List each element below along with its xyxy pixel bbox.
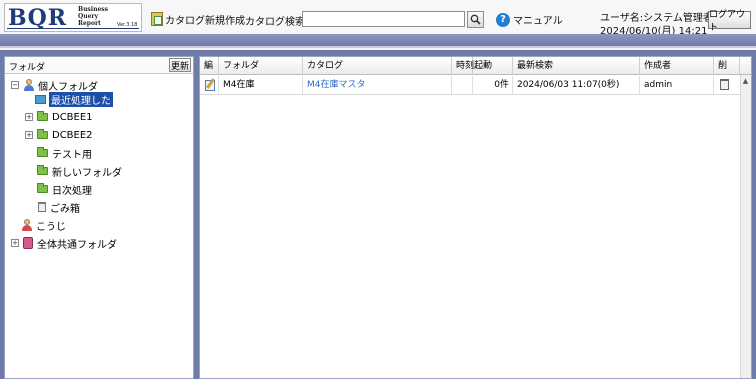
column-header-catalog[interactable]: カタログ — [303, 57, 452, 75]
manual-label: マニュアル — [513, 16, 563, 27]
tree-item-recent[interactable]: 最近処理した — [35, 91, 113, 107]
column-header-last-search[interactable]: 最新検索 — [513, 57, 640, 75]
scroll-up-arrow-icon[interactable]: ▲ — [740, 75, 751, 86]
new-catalog-button[interactable]: カタログ新規作成 — [151, 11, 245, 27]
expand-icon[interactable]: + — [25, 131, 33, 139]
tree-item-label: DCBEE1 — [52, 111, 93, 123]
tree-item-label: こうじ — [36, 221, 66, 233]
tree-item-dcbee1[interactable]: + DCBEE1 — [25, 109, 93, 125]
delete-cell[interactable] — [714, 76, 740, 95]
folder-icon — [37, 183, 48, 193]
catalog-search-input[interactable] — [302, 11, 465, 27]
refresh-button[interactable]: 更新 — [169, 58, 191, 72]
logo-sub-line: Query — [78, 13, 99, 20]
tree-item-kouji[interactable]: こうじ — [21, 217, 66, 233]
folder-pane-title: フォルダ — [9, 63, 46, 73]
tree-item-label: 新しいフォルダ — [52, 167, 122, 179]
tree-item-label: ごみ箱 — [50, 203, 80, 215]
trash-icon — [38, 202, 46, 212]
timer-cell — [452, 76, 473, 95]
column-header-edit: 編 — [200, 57, 219, 75]
logo-sub-line: Report — [78, 20, 101, 27]
tree-item-daily[interactable]: 日次処理 — [37, 181, 92, 197]
tree-item-dcbee2[interactable]: + DCBEE2 — [25, 127, 93, 143]
column-header-folder[interactable]: フォルダ — [219, 57, 303, 75]
expand-icon[interactable]: + — [25, 113, 33, 121]
folder-cell: M4在庫 — [219, 76, 303, 95]
logo-sub-line: Business — [78, 6, 109, 13]
catalog-pane: 編 フォルダ カタログ 時刻起動 最新検索 作成者 削 M4在庫 M4在庫マスタ… — [199, 56, 752, 379]
search-icon — [470, 14, 481, 25]
search-button[interactable] — [467, 11, 484, 28]
column-header-author[interactable]: 作成者 — [640, 57, 714, 75]
header-divider-band — [0, 34, 756, 48]
edit-icon[interactable] — [205, 80, 215, 91]
folder-icon — [37, 147, 48, 157]
column-header-count[interactable] — [473, 57, 513, 75]
tree-item-label: 最近処理した — [49, 91, 113, 107]
folder-pane-header: フォルダ 更新 — [5, 57, 193, 74]
logo-underline — [7, 28, 139, 29]
table-row[interactable]: M4在庫 M4在庫マスタ 0件 2024/06/03 11:07(0秒) adm… — [200, 76, 740, 95]
logout-button[interactable]: ログアウト — [708, 10, 751, 33]
app-header: BQR Business Query Report Ver.3.18 カタログ新… — [0, 0, 756, 37]
tree-item-label: テスト用 — [52, 149, 92, 161]
collapse-icon[interactable]: − — [11, 81, 19, 89]
user-icon — [23, 79, 35, 91]
tree-item-new-folder[interactable]: 新しいフォルダ — [37, 163, 122, 179]
folder-pane: フォルダ 更新 − 個人フォルダ 最近処理した + DCBEE1 + DCBEE… — [4, 56, 194, 379]
folder-icon — [37, 111, 48, 121]
bqr-logo: BQR Business Query Report Ver.3.18 — [4, 3, 142, 32]
tree-item-label: 全体共通フォルダ — [37, 239, 117, 251]
vertical-scrollbar[interactable]: ▲ — [740, 75, 751, 378]
tree-item-trash[interactable]: ごみ箱 — [38, 199, 80, 215]
edit-cell[interactable] — [200, 76, 219, 95]
column-header-timer[interactable]: 時刻起動 — [452, 57, 492, 75]
folder-icon — [37, 129, 48, 139]
manual-link[interactable]: ? マニュアル — [496, 12, 563, 27]
column-header-delete: 削 — [714, 57, 740, 75]
recent-icon — [35, 94, 46, 104]
new-catalog-icon — [151, 12, 163, 26]
tree-item-shared-folder[interactable]: + 全体共通フォルダ — [11, 235, 117, 251]
last-search-cell: 2024/06/03 11:07(0秒) — [513, 76, 640, 95]
expand-icon[interactable]: + — [11, 239, 19, 247]
count-cell: 0件 — [473, 76, 513, 95]
catalog-link[interactable]: M4在庫マスタ — [303, 76, 452, 95]
tree-item-test[interactable]: テスト用 — [37, 145, 92, 161]
shared-folder-icon — [23, 237, 33, 249]
catalog-search-label: カタログ検索 — [245, 17, 305, 28]
logo-subtitle: Business Query Report — [78, 6, 108, 27]
folder-icon — [37, 165, 48, 175]
users-icon — [21, 219, 33, 231]
help-icon: ? — [496, 12, 510, 27]
tree-item-label: DCBEE2 — [52, 129, 93, 141]
trash-icon[interactable] — [720, 79, 729, 90]
new-catalog-label: カタログ新規作成 — [165, 15, 245, 27]
author-cell: admin — [640, 76, 714, 95]
catalog-table-header: 編 フォルダ カタログ 時刻起動 最新検索 作成者 削 — [200, 57, 751, 75]
tree-item-label: 日次処理 — [52, 185, 92, 197]
